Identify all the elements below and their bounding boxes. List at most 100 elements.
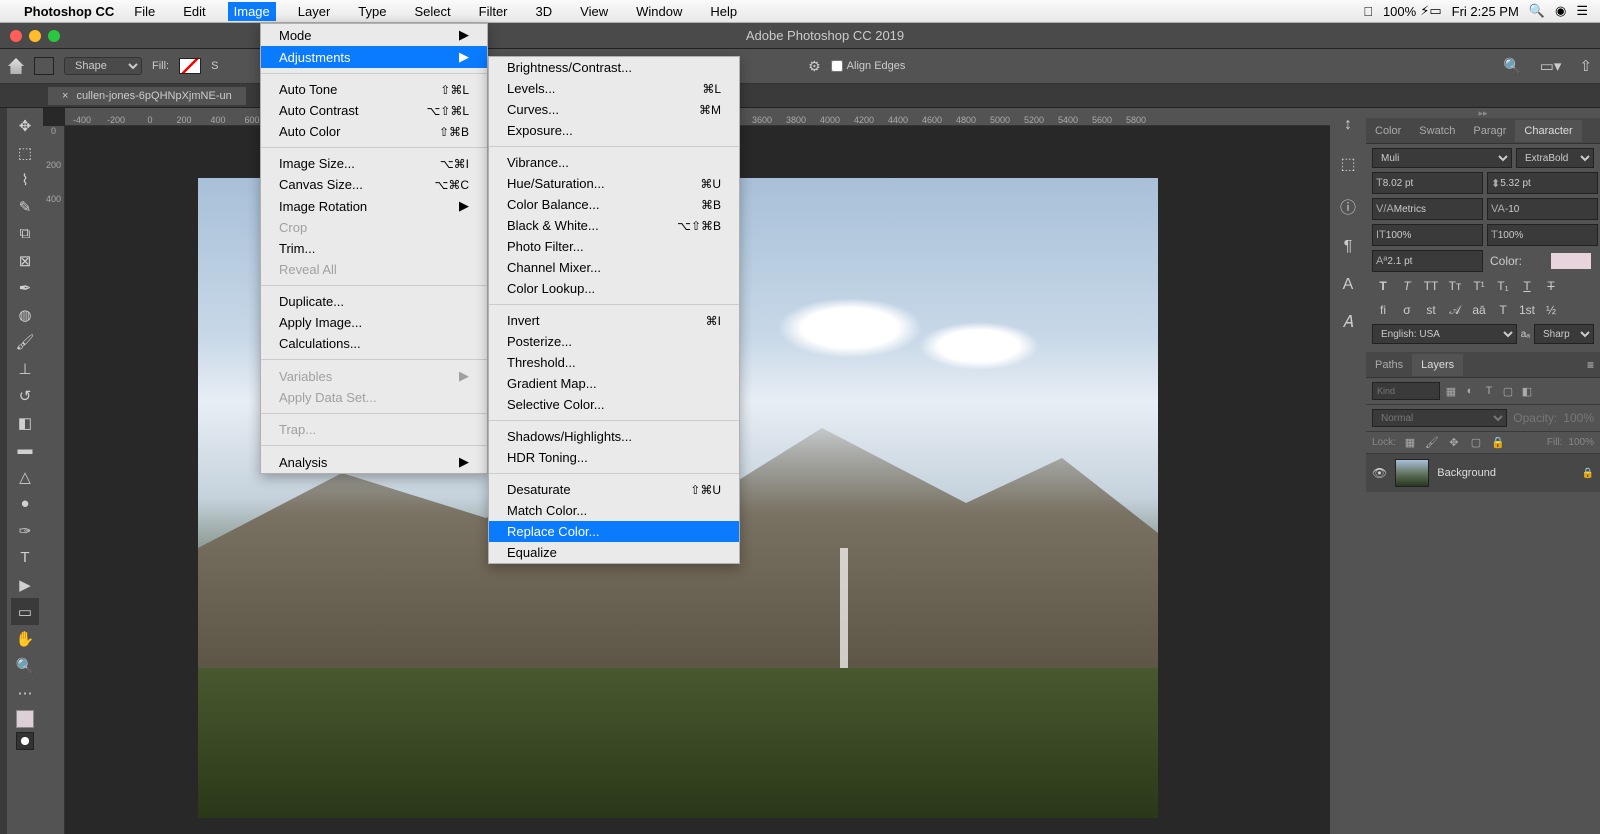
crop-tool[interactable]: ⧉ — [11, 220, 39, 247]
lock-all-icon[interactable]: 🔒 — [1490, 436, 1506, 449]
paragraph-icon[interactable]: ¶ — [1344, 238, 1353, 256]
maximize-button[interactable] — [48, 30, 60, 42]
hand-tool[interactable]: ✋ — [11, 625, 39, 652]
frame-tool[interactable]: ⊠ — [11, 247, 39, 274]
superscript-button[interactable]: T¹ — [1468, 276, 1490, 296]
menu-item-brightness-contrast-[interactable]: Brightness/Contrast... — [489, 57, 739, 78]
menu-item-exposure-[interactable]: Exposure... — [489, 120, 739, 141]
menu-item-posterize-[interactable]: Posterize... — [489, 331, 739, 352]
allcaps-button[interactable]: TT — [1420, 276, 1442, 296]
strike-button[interactable]: T — [1540, 276, 1562, 296]
tab-swatches[interactable]: Swatch — [1410, 120, 1464, 142]
home-icon[interactable] — [8, 58, 24, 74]
lock-icon[interactable]: 🔒 — [1582, 468, 1594, 479]
half-button[interactable]: ½ — [1540, 300, 1562, 320]
quick-mask-toggle[interactable] — [16, 732, 34, 750]
menu-filter[interactable]: Filter — [473, 2, 514, 21]
menu-item-equalize[interactable]: Equalize — [489, 542, 739, 563]
menu-3d[interactable]: 3D — [530, 2, 559, 21]
menu-item-apply-image-[interactable]: Apply Image... — [261, 312, 487, 333]
tool-preset-picker[interactable] — [34, 57, 54, 75]
document-tab[interactable]: × cullen-jones-6pQHNpXjmNE-un — [48, 87, 246, 105]
lock-paint-icon[interactable]: 🖌 — [1424, 436, 1440, 449]
font-size-field[interactable]: T▾ — [1372, 172, 1483, 194]
healing-tool[interactable]: ◍ — [11, 301, 39, 328]
shape-filter-icon[interactable]: ▢ — [1500, 385, 1516, 398]
menu-item-selective-color-[interactable]: Selective Color... — [489, 394, 739, 415]
menu-item-vibrance-[interactable]: Vibrance... — [489, 152, 739, 173]
layer-row-background[interactable]: 👁 Background 🔒 — [1366, 454, 1600, 492]
app-name[interactable]: Photoshop CC — [24, 4, 114, 19]
menu-item-hue-saturation-[interactable]: Hue/Saturation...⌘U — [489, 173, 739, 194]
close-button[interactable] — [10, 30, 22, 42]
vscale-field[interactable]: IT — [1372, 224, 1483, 246]
menu-item-image-rotation[interactable]: Image Rotation▶ — [261, 195, 487, 217]
leading-field[interactable]: ⬍▾ — [1487, 172, 1598, 194]
workspace-icon[interactable]: ▭▾ — [1540, 57, 1562, 75]
glyph-icon[interactable]: A — [1343, 276, 1354, 294]
eyedropper-tool[interactable]: ✒ — [11, 274, 39, 301]
menu-item-duplicate-[interactable]: Duplicate... — [261, 291, 487, 312]
kerning-field[interactable]: V/A▾ — [1372, 198, 1483, 220]
brush-tool[interactable]: 🖌 — [11, 328, 39, 355]
antialiasing-select[interactable]: Sharp — [1534, 324, 1594, 344]
menu-item-image-size-[interactable]: Image Size...⌥⌘I — [261, 153, 487, 174]
path-select-tool[interactable]: ▶ — [11, 571, 39, 598]
battery-status[interactable]: 100% ⚡︎▭ — [1383, 3, 1442, 19]
tab-paragraph[interactable]: Paragr — [1464, 120, 1515, 142]
rectangle-tool[interactable]: ▭ — [11, 598, 39, 625]
menu-window[interactable]: Window — [630, 2, 688, 21]
font-weight-select[interactable]: ExtraBold — [1516, 148, 1594, 168]
menu-item-calculations-[interactable]: Calculations... — [261, 333, 487, 354]
menu-item-mode[interactable]: Mode▶ — [261, 24, 487, 46]
smallcaps-button[interactable]: Tᴛ — [1444, 276, 1466, 296]
foreground-color[interactable] — [16, 710, 34, 728]
menu-type[interactable]: Type — [352, 2, 392, 21]
menu-item-auto-contrast[interactable]: Auto Contrast⌥⇧⌘L — [261, 100, 487, 121]
edit-toolbar[interactable]: ⋯ — [11, 679, 39, 706]
quick-select-tool[interactable]: ✎ — [11, 193, 39, 220]
character-style-icon[interactable]: 𝐴 — [1343, 314, 1354, 332]
menu-item-color-balance-[interactable]: Color Balance...⌘B — [489, 194, 739, 215]
text-color-swatch[interactable] — [1551, 253, 1591, 269]
lock-transparency-icon[interactable]: ▦ — [1402, 436, 1418, 449]
shape-mode-select[interactable]: Shape — [64, 57, 142, 75]
ot-button[interactable]: σ — [1396, 300, 1418, 320]
fractions-button[interactable]: 1st — [1516, 300, 1538, 320]
pixel-filter-icon[interactable]: ▦ — [1443, 385, 1459, 398]
titling-button[interactable]: aā — [1468, 300, 1490, 320]
font-family-select[interactable]: Muli — [1372, 148, 1512, 168]
menu-item-auto-color[interactable]: Auto Color⇧⌘B — [261, 121, 487, 142]
menu-item-match-color-[interactable]: Match Color... — [489, 500, 739, 521]
siri-icon[interactable]: ◉ — [1555, 3, 1566, 19]
ligature-button[interactable]: fi — [1372, 300, 1394, 320]
menu-item-canvas-size-[interactable]: Canvas Size...⌥⌘C — [261, 174, 487, 195]
marquee-tool[interactable]: ⬚ — [11, 139, 39, 166]
blur-tool[interactable]: △ — [11, 463, 39, 490]
menu-item-shadows-highlights-[interactable]: Shadows/Highlights... — [489, 426, 739, 447]
menu-item-trim-[interactable]: Trim... — [261, 238, 487, 259]
panel-menu-icon[interactable]: ≡ — [1587, 358, 1594, 372]
menu-item-color-lookup-[interactable]: Color Lookup... — [489, 278, 739, 299]
menu-item-photo-filter-[interactable]: Photo Filter... — [489, 236, 739, 257]
clock[interactable]: Fri 2:25 PM — [1452, 4, 1519, 19]
swash-button[interactable]: 𝒜 — [1444, 300, 1466, 320]
move-tool[interactable]: ✥ — [11, 112, 39, 139]
fill-swatch[interactable] — [179, 58, 201, 74]
menu-item-auto-tone[interactable]: Auto Tone⇧⌘L — [261, 79, 487, 100]
type-filter-icon[interactable]: T — [1481, 385, 1497, 397]
minimize-button[interactable] — [29, 30, 41, 42]
bold-button[interactable]: T — [1372, 276, 1394, 296]
tab-layers[interactable]: Layers — [1412, 354, 1463, 376]
menu-item-invert[interactable]: Invert⌘I — [489, 310, 739, 331]
layer-thumbnail[interactable] — [1395, 459, 1429, 487]
menu-item-threshold-[interactable]: Threshold... — [489, 352, 739, 373]
history-icon[interactable]: ↕ — [1344, 116, 1352, 134]
menu-item-desaturate[interactable]: Desaturate⇧⌘U — [489, 479, 739, 500]
menu-edit[interactable]: Edit — [177, 2, 211, 21]
language-select[interactable]: English: USA — [1372, 324, 1517, 344]
smart-filter-icon[interactable]: ◧ — [1519, 385, 1535, 398]
type-tool[interactable]: T — [11, 544, 39, 571]
pen-tool[interactable]: ✑ — [11, 517, 39, 544]
notification-icon[interactable]: ☰ — [1576, 3, 1588, 19]
